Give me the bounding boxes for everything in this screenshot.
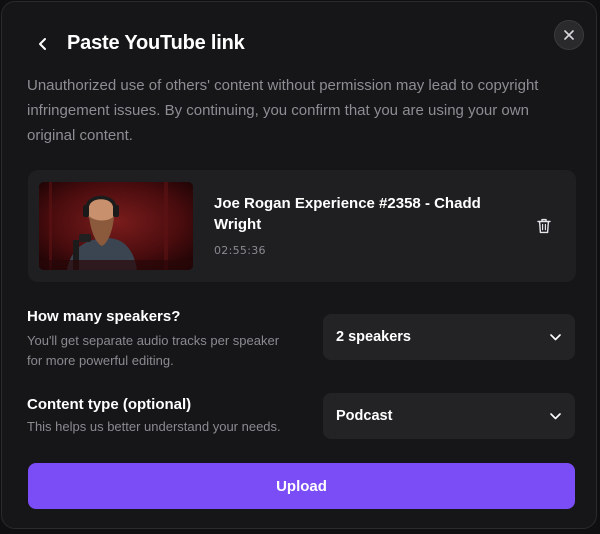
paste-youtube-modal: Paste YouTube link Unauthorized use of o… [1,1,597,529]
back-button[interactable] [32,33,54,55]
close-button[interactable] [554,20,584,50]
trash-icon [537,218,551,234]
content-type-select[interactable]: Podcast [323,393,575,439]
video-duration: 02:55:36 [214,244,266,257]
copyright-warning: Unauthorized use of others' content with… [27,77,539,144]
content-type-label: Content type (optional) [27,396,192,413]
back-icon [39,38,46,50]
remove-video-button[interactable] [533,215,555,237]
modal-title: Paste YouTube link [67,32,245,54]
video-card: Joe Rogan Experience #2358 - Chadd Wrigh… [28,170,576,282]
chevron-down-icon [550,333,561,340]
video-title: Joe Rogan Experience #2358 - Chadd Wrigh… [214,195,481,233]
chevron-down-icon [550,412,561,419]
content-type-help: This helps us better understand your nee… [27,419,281,434]
close-icon [564,30,574,40]
speakers-select[interactable]: 2 speakers [323,314,575,360]
speakers-select-value: 2 speakers [336,329,411,345]
video-thumbnail [39,182,193,270]
speakers-help: You'll get separate audio tracks per spe… [27,333,280,368]
upload-button[interactable]: Upload [28,463,575,509]
content-type-select-value: Podcast [336,408,393,424]
speakers-label: How many speakers? [27,308,181,325]
